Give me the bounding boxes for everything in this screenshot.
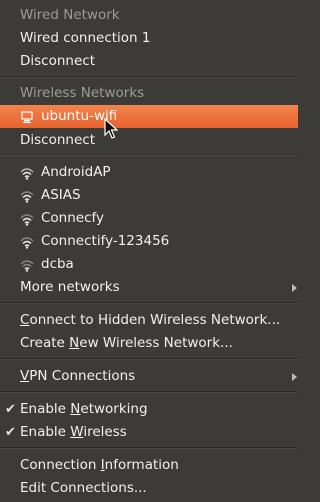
checkmark-icon: ✔ [5, 425, 16, 440]
label-part: ireless [83, 424, 127, 440]
separator [0, 302, 298, 304]
mnemonic: W [70, 424, 84, 440]
network-label: Connectify-123456 [41, 233, 170, 249]
submenu-arrow-icon [292, 284, 297, 292]
wired-disconnect-item[interactable]: Disconnect [0, 50, 298, 73]
create-network-item[interactable]: Create New Wireless Network... [0, 332, 298, 355]
network-label: ASIAS [41, 187, 81, 203]
mnemonic: N [70, 401, 81, 417]
wireless-disconnect-item[interactable]: Disconnect [0, 129, 298, 152]
network-label: dcba [41, 256, 74, 272]
separator [0, 358, 298, 360]
label-part: nformation [104, 457, 179, 473]
edit-connections-item[interactable]: Edit Connections... [0, 477, 298, 500]
network-label: AndroidAP [41, 164, 111, 180]
separator [0, 391, 298, 393]
wired-connection-item[interactable]: Wired connection 1 [0, 27, 298, 50]
separator [0, 154, 298, 156]
mouse-pointer-icon [104, 118, 118, 139]
vpn-connections-item[interactable]: VPN Connections [0, 365, 298, 388]
wifi-signal-icon [20, 260, 34, 272]
network-item-connecfy[interactable]: Connecfy [0, 207, 298, 230]
label-part: Enable [20, 424, 71, 440]
label-part: Enable [20, 401, 71, 417]
network-item-androidap[interactable]: AndroidAP [0, 161, 298, 184]
network-item-asias[interactable]: ASIAS [0, 184, 298, 207]
wired-network-header: Wired Network [20, 7, 120, 23]
label-part: ew Wireless Network... [79, 335, 233, 351]
separator [0, 447, 298, 449]
wireless-networks-header: Wireless Networks [20, 85, 145, 101]
label-part: etworking [80, 401, 148, 417]
checkmark-icon: ✔ [5, 402, 16, 417]
more-networks-label: More networks [20, 279, 120, 295]
label-part: onnect to Hidden Wireless Network... [29, 312, 281, 328]
connect-hidden-network-item[interactable]: Connect to Hidden Wireless Network... [0, 309, 298, 332]
enable-wireless-item[interactable]: ✔ Enable Wireless [0, 421, 298, 444]
wifi-signal-icon [20, 214, 34, 226]
network-item-dcba[interactable]: dcba [0, 253, 298, 276]
more-networks-item[interactable]: More networks [0, 276, 298, 299]
network-menu: Wired Network Wired connection 1 Disconn… [0, 0, 298, 502]
wifi-signal-icon [20, 191, 34, 203]
network-item-connectify-123456[interactable]: Connectify-123456 [0, 230, 298, 253]
enable-networking-item[interactable]: ✔ Enable Networking [0, 398, 298, 421]
network-label: Connecfy [41, 210, 105, 226]
label-part: PN Connections [29, 368, 136, 384]
label-part: Connection [20, 457, 101, 473]
label-part: Create [20, 335, 70, 351]
separator [0, 76, 298, 78]
mnemonic: V [20, 368, 30, 384]
computer-network-icon [21, 111, 33, 123]
connection-information-item[interactable]: Connection Information [0, 454, 298, 477]
submenu-arrow-icon [292, 373, 297, 381]
mnemonic: N [69, 335, 80, 351]
wifi-signal-icon [20, 237, 34, 249]
network-item-ubuntu-wifi[interactable]: ubuntu-wifi [0, 105, 298, 128]
wifi-signal-icon [20, 168, 34, 180]
